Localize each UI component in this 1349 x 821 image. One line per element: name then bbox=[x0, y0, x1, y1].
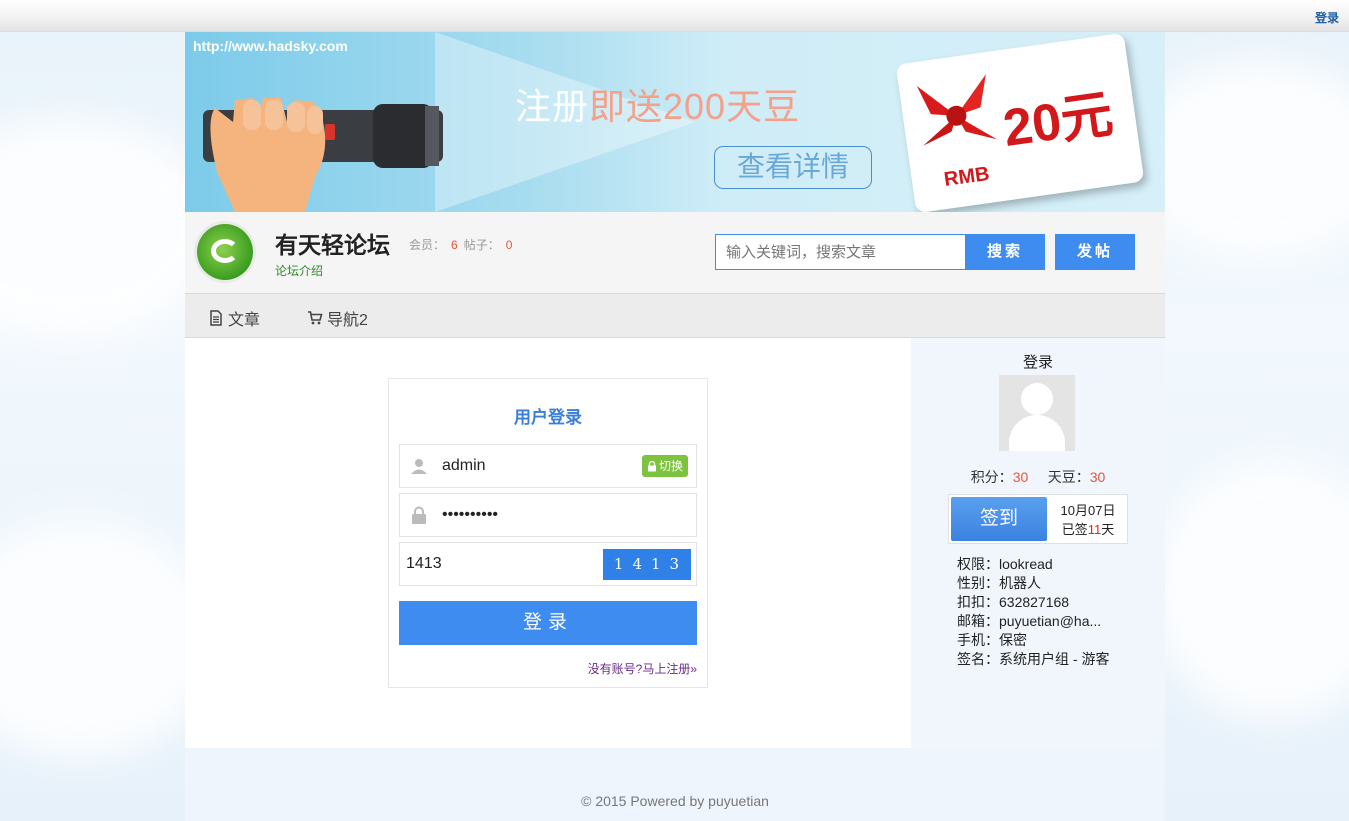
username-value: admin bbox=[442, 457, 486, 474]
banner-url: http://www.hadsky.com bbox=[193, 38, 348, 54]
user-icon bbox=[411, 459, 427, 474]
document-icon bbox=[210, 310, 222, 326]
site-header: 有天轻论坛 会员：6帖子：0 论坛介绍 搜索 发帖 bbox=[185, 212, 1165, 293]
user-info-list: 权限：lookread 性别：机器人 扣扣：632827168 邮箱：puyue… bbox=[957, 555, 1109, 669]
checkin-button[interactable]: 签到 bbox=[951, 497, 1047, 541]
captcha-field[interactable]: 1413 1413 bbox=[399, 542, 697, 586]
info-permission: 权限：lookread bbox=[957, 556, 1053, 572]
checkin-date: 10月07日 bbox=[1060, 503, 1116, 518]
site-stats: 会员： 6 帖子： 0 bbox=[409, 238, 513, 252]
new-post-button[interactable]: 发帖 bbox=[1055, 234, 1135, 270]
login-form-title: 用户登录 bbox=[514, 408, 582, 427]
sidebar-login-link[interactable]: 登录 bbox=[911, 351, 1165, 372]
nav-item-articles[interactable]: 文章 bbox=[208, 306, 260, 330]
sign-in-panel: 签到 10月07日 已签11天 bbox=[948, 494, 1128, 544]
search-button[interactable]: 搜索 bbox=[965, 234, 1045, 270]
captcha-image[interactable]: 1413 bbox=[603, 549, 691, 580]
gift-card: 20元 RMB bbox=[895, 32, 1145, 212]
main-content: 用户登录 admin 切换 •••••••••• 1413 1413 登录 没有… bbox=[185, 338, 911, 748]
top-bar: 登录 bbox=[0, 0, 1349, 32]
info-signature: 签名：系统用户组 - 游客 bbox=[957, 651, 1110, 667]
password-field[interactable]: •••••••••• bbox=[399, 493, 697, 537]
promo-text: 注册即送200天豆 bbox=[515, 86, 801, 127]
username-field[interactable]: admin 切换 bbox=[399, 444, 697, 488]
ribbon-bow-icon bbox=[916, 74, 998, 146]
copyright-text: © 2015 Powered by puyuetian bbox=[581, 793, 769, 809]
promo-banner[interactable]: http://www.hadsky.com 注册即送200天豆 查看详情 20元 bbox=[185, 32, 1165, 212]
points-summary: 积分：30 天豆：30 bbox=[970, 469, 1106, 485]
search-input[interactable] bbox=[715, 234, 966, 270]
login-submit-button[interactable]: 登录 bbox=[399, 601, 697, 645]
checkin-info: 10月07日 已签11天 bbox=[1049, 501, 1127, 539]
card-amount: 20元 bbox=[999, 85, 1117, 159]
cart-icon bbox=[308, 311, 323, 325]
info-phone: 手机：保密 bbox=[957, 632, 1027, 648]
beans-value: 30 bbox=[1089, 469, 1106, 485]
site-title[interactable]: 有天轻论坛 bbox=[275, 226, 390, 260]
footer: © 2015 Powered by puyuetian bbox=[185, 748, 1165, 821]
main-nav: 文章 导航2 bbox=[185, 293, 1165, 338]
info-gender: 性别：机器人 bbox=[957, 575, 1041, 591]
login-form: 用户登录 admin 切换 •••••••••• 1413 1413 登录 没有… bbox=[388, 378, 708, 688]
points-value: 30 bbox=[1012, 469, 1029, 485]
user-sidebar: 登录 积分：30 天豆：30 签到 10月07日 已签11天 权限：lookre… bbox=[911, 338, 1165, 748]
page-container: http://www.hadsky.com 注册即送200天豆 查看详情 20元 bbox=[185, 32, 1165, 821]
captcha-input-value: 1413 bbox=[406, 555, 442, 572]
site-logo[interactable] bbox=[197, 224, 253, 280]
info-qq: 扣扣：632827168 bbox=[957, 594, 1070, 610]
checkin-days: 11 bbox=[1087, 522, 1102, 537]
password-value: •••••••••• bbox=[442, 506, 499, 523]
forum-intro-link[interactable]: 论坛介绍 bbox=[275, 262, 323, 279]
nav-item-nav2[interactable]: 导航2 bbox=[307, 306, 368, 330]
switch-login-button[interactable]: 切换 bbox=[641, 455, 688, 477]
lock-icon bbox=[647, 460, 656, 471]
info-email: 邮箱：puyuetian@ha... bbox=[957, 613, 1102, 629]
view-details-button[interactable]: 查看详情 bbox=[714, 146, 872, 189]
members-count: 6 bbox=[451, 238, 458, 252]
posts-count: 0 bbox=[505, 238, 513, 252]
card-currency: RMB bbox=[942, 162, 991, 191]
top-login-link[interactable]: 登录 bbox=[1315, 9, 1339, 26]
lock-icon bbox=[412, 506, 426, 524]
register-link[interactable]: 没有账号?马上注册» bbox=[588, 660, 697, 677]
avatar[interactable] bbox=[999, 375, 1075, 451]
flashlight-hand-icon bbox=[203, 98, 443, 212]
